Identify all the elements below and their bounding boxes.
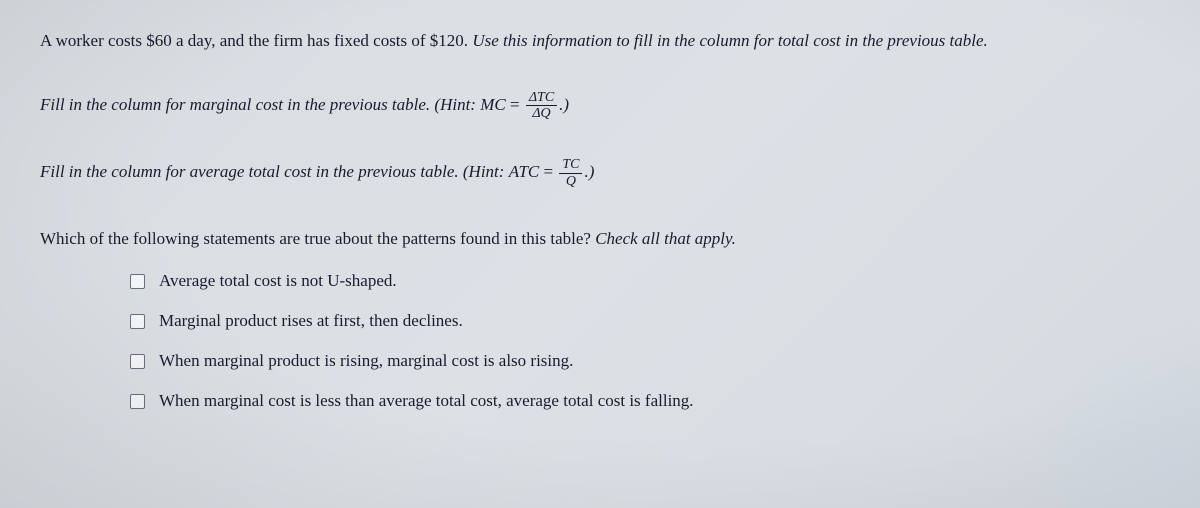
mc-instruction-paragraph: Fill in the column for marginal cost in … [40,90,1160,122]
checkbox-option-1[interactable] [130,274,145,289]
question-prompt: Which of the following statements are tr… [40,229,1160,249]
option-label-3: When marginal product is rising, margina… [159,351,573,371]
atc-lhs: ATC [509,162,540,181]
atc-instruction-lead: Fill in the column for average total cos… [40,162,463,181]
option-row-3: When marginal product is rising, margina… [130,351,1160,371]
hint-open-atc: (Hint: [463,162,509,181]
mc-numerator: ΔTC [526,90,557,106]
hint-close: .) [559,94,569,113]
checkbox-option-2[interactable] [130,314,145,329]
option-row-2: Marginal product rises at first, then de… [130,311,1160,331]
option-row-4: When marginal cost is less than average … [130,391,1160,411]
checkbox-option-3[interactable] [130,354,145,369]
intro-paragraph: A worker costs $60 a day, and the firm h… [40,28,1160,54]
option-label-4: When marginal cost is less than average … [159,391,694,411]
checkbox-option-4[interactable] [130,394,145,409]
atc-eq: = [539,162,557,181]
atc-instruction-paragraph: Fill in the column for average total cos… [40,157,1160,189]
intro-text: A worker costs $60 a day, and the firm h… [40,31,472,50]
question-instruction: Check all that apply. [595,229,736,248]
atc-fraction: TCQ [559,157,582,189]
option-label-1: Average total cost is not U-shaped. [159,271,397,291]
options-group: Average total cost is not U-shaped. Marg… [40,271,1160,411]
atc-denominator: Q [559,174,582,189]
intro-instruction: Use this information to fill in the colu… [472,31,987,50]
option-row-1: Average total cost is not U-shaped. [130,271,1160,291]
mc-eq: = [506,94,524,113]
mc-lhs: MC [480,94,506,113]
atc-numerator: TC [559,157,582,173]
mc-instruction-lead: Fill in the column for marginal cost in … [40,94,434,113]
hint-close-atc: .) [584,162,594,181]
question-main: Which of the following statements are tr… [40,229,595,248]
option-label-2: Marginal product rises at first, then de… [159,311,463,331]
hint-open: (Hint: [434,94,480,113]
mc-fraction: ΔTCΔQ [526,90,557,122]
mc-denominator: ΔQ [526,106,557,121]
